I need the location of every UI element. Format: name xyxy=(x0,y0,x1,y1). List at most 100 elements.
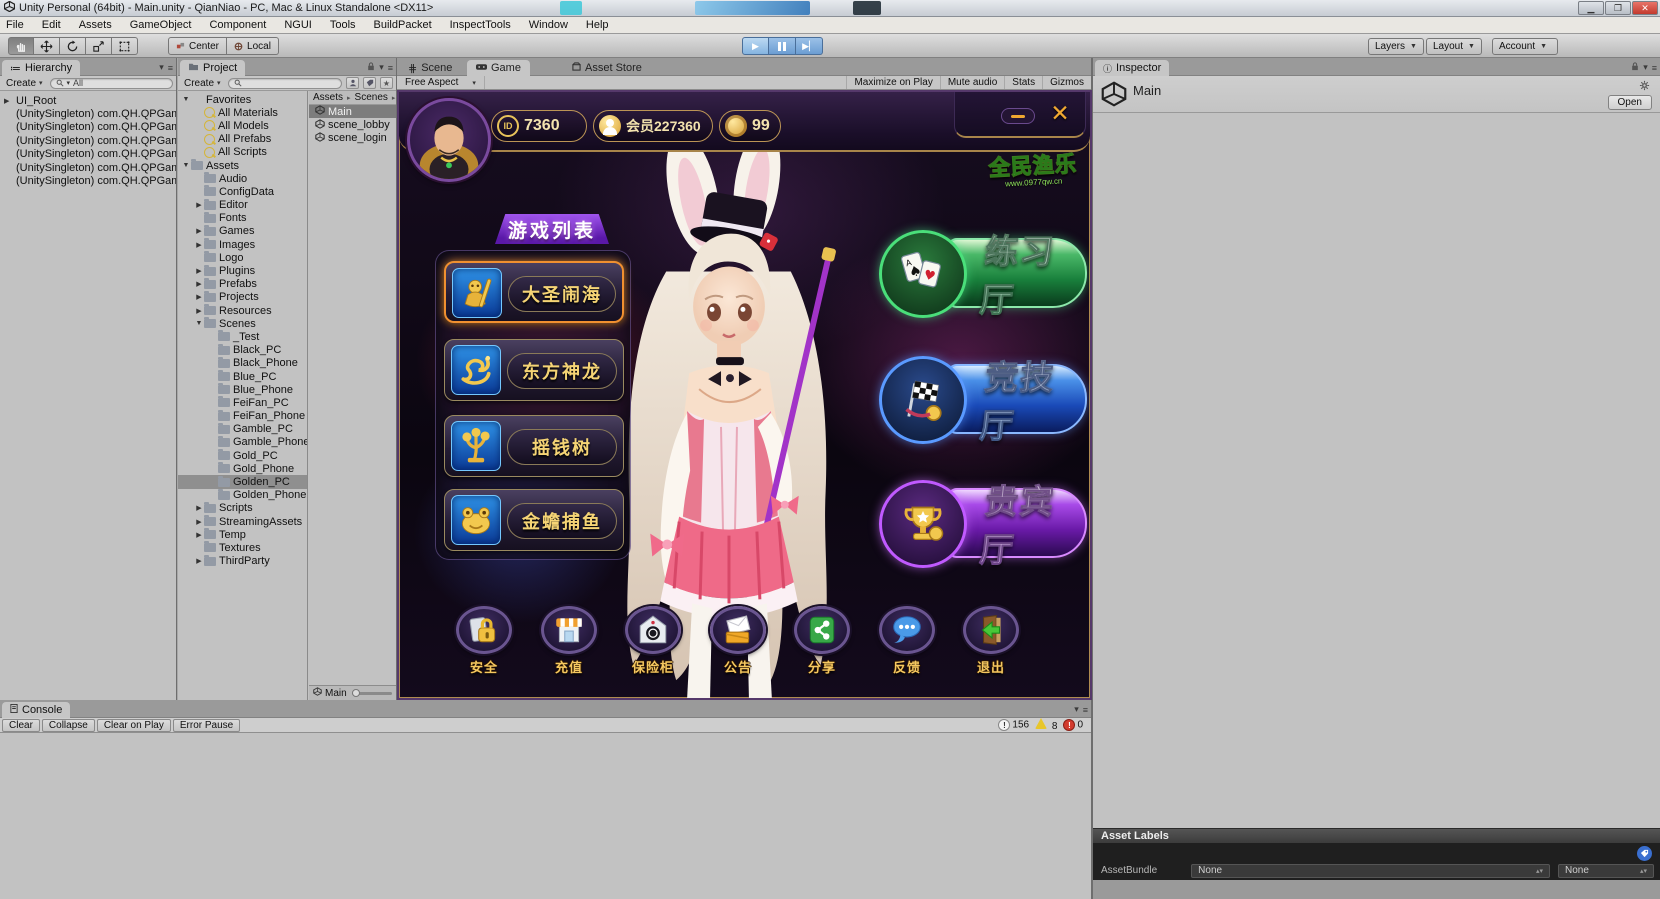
expand-arrow-icon[interactable]: ▶ xyxy=(194,227,204,235)
tab-console[interactable]: Console xyxy=(2,702,70,718)
project-tree-row[interactable]: ▶ Prefabs xyxy=(178,278,307,291)
hand-tool-button[interactable] xyxy=(8,37,34,55)
dock-item-safe[interactable]: 保险柜 xyxy=(611,606,695,676)
menu-item[interactable]: NGUI xyxy=(284,19,312,31)
tab-game[interactable]: Game xyxy=(467,60,530,76)
panel-dropdown-icon[interactable]: ▾ xyxy=(159,62,164,73)
game-minimize-button[interactable] xyxy=(1001,108,1035,124)
project-tree-row[interactable]: Blue_PC xyxy=(178,370,307,383)
search-by-label-button[interactable] xyxy=(363,77,376,89)
panel-menu-icon[interactable]: ≡ xyxy=(168,63,173,73)
arena-hall-button[interactable]: 竞技厅 xyxy=(947,364,1087,434)
pause-button[interactable] xyxy=(769,37,796,55)
hierarchy-search-input[interactable]: ▾ All xyxy=(50,78,173,89)
panel-menu-icon[interactable]: ≡ xyxy=(1652,63,1657,73)
window-close-button[interactable]: ✕ xyxy=(1632,1,1658,15)
tab-project[interactable]: Project xyxy=(180,60,245,76)
project-tree-row[interactable]: ▶ Editor xyxy=(178,199,307,212)
project-tree-row[interactable]: All Materials xyxy=(178,106,307,119)
project-tree-row[interactable]: Textures xyxy=(178,541,307,554)
panel-menu-icon[interactable]: ≡ xyxy=(1083,705,1088,715)
expand-arrow-icon[interactable]: ▶ xyxy=(194,531,204,539)
hierarchy-row[interactable]: (UnitySingleton) com.QH.QPGam xyxy=(0,121,176,134)
game-button-dongfangshenlong[interactable]: 东方神龙 xyxy=(444,339,624,401)
play-button[interactable]: ▶ xyxy=(742,37,769,55)
asset-file-row[interactable]: scene_login xyxy=(309,132,396,145)
panel-menu-icon[interactable]: ≡ xyxy=(388,63,393,73)
project-tree-row[interactable]: Golden_PC xyxy=(178,475,307,488)
expand-arrow-icon[interactable]: ▶ xyxy=(194,267,204,275)
rect-tool-button[interactable] xyxy=(112,37,138,55)
asset-file-row[interactable]: Main xyxy=(309,105,396,118)
project-tree-row[interactable]: Black_Phone xyxy=(178,357,307,370)
window-minimize-button[interactable]: ▁ xyxy=(1578,1,1604,15)
project-tree-row[interactable]: Gamble_PC xyxy=(178,423,307,436)
scale-tool-button[interactable] xyxy=(86,37,112,55)
tab-scene[interactable]: ⋕ Scene xyxy=(399,60,461,76)
game-button-jinchanbuyu[interactable]: 金蟾捕鱼 xyxy=(444,489,624,551)
project-tree-row[interactable]: ConfigData xyxy=(178,185,307,198)
tab-hierarchy[interactable]: ≔ Hierarchy xyxy=(2,60,80,76)
hierarchy-row[interactable]: (UnitySingleton) com.QH.QPGam xyxy=(0,161,176,174)
asset-file-row[interactable]: scene_lobby xyxy=(309,118,396,131)
search-by-type-button[interactable] xyxy=(346,77,359,89)
project-tree-row[interactable]: ▶ Plugins xyxy=(178,264,307,277)
menu-item[interactable]: Window xyxy=(529,19,568,31)
expand-arrow-icon[interactable]: ▶ xyxy=(194,557,204,565)
project-tree-row[interactable]: Gamble_Phone xyxy=(178,436,307,449)
expand-arrow-icon[interactable]: ▶ xyxy=(194,280,204,288)
account-dropdown[interactable]: Account▼ xyxy=(1492,38,1558,55)
project-tree-row[interactable]: Gold_Phone xyxy=(178,462,307,475)
project-tree-row[interactable]: Golden_Phone xyxy=(178,489,307,502)
project-tree-row[interactable]: All Prefabs xyxy=(178,133,307,146)
project-tree-row[interactable]: ▶ Temp xyxy=(178,528,307,541)
menu-item[interactable]: Tools xyxy=(330,19,356,31)
dock-item-feedback[interactable]: 反馈 xyxy=(865,606,949,676)
panel-dropdown-icon[interactable]: ▾ xyxy=(379,62,384,73)
project-tree-row[interactable]: ▶ StreamingAssets xyxy=(178,515,307,528)
expand-arrow-icon[interactable]: ▶ xyxy=(194,307,204,315)
assetbundle-variant-dropdown[interactable]: None▴▾ xyxy=(1558,864,1654,878)
project-tree-row[interactable]: ▶ Projects xyxy=(178,291,307,304)
console-button[interactable]: Error Pause xyxy=(173,719,240,732)
expand-arrow-icon[interactable]: ▶ xyxy=(194,504,204,512)
hierarchy-row[interactable]: (UnitySingleton) com.QH.QPGam xyxy=(0,148,176,161)
expand-arrow-icon[interactable]: ▶ xyxy=(194,241,204,249)
project-create-button[interactable]: Create▾ xyxy=(181,78,224,89)
hierarchy-create-button[interactable]: Create▾ xyxy=(3,78,46,89)
warning-counter[interactable]: 8 xyxy=(1035,718,1057,732)
project-tree-row[interactable]: Fonts xyxy=(178,212,307,225)
aspect-ratio-dropdown[interactable]: Free Aspect ▾ xyxy=(397,76,485,89)
console-button[interactable]: Clear xyxy=(2,719,40,732)
project-tree-row[interactable]: Blue_Phone xyxy=(178,383,307,396)
game-view-toggle-button[interactable]: Stats xyxy=(1004,76,1042,89)
console-button[interactable]: Collapse xyxy=(42,719,95,732)
label-tag-icon[interactable] xyxy=(1637,846,1652,861)
lock-icon[interactable] xyxy=(1631,62,1639,73)
pivot-center-button[interactable]: Center xyxy=(168,37,227,55)
project-tree-row[interactable]: ▼ Scenes xyxy=(178,317,307,330)
project-tree-row[interactable]: ▼ Favorites xyxy=(178,93,307,106)
hierarchy-row[interactable]: (UnitySingleton) com.QH.QPGam xyxy=(0,134,176,147)
vip-hall-button[interactable]: 贵宾厅 xyxy=(947,488,1087,558)
asset-labels-header[interactable]: Asset Labels xyxy=(1093,828,1660,843)
dock-item-security[interactable]: 安全 xyxy=(442,606,526,676)
project-tree-row[interactable]: All Models xyxy=(178,119,307,132)
tab-asset-store[interactable]: Asset Store xyxy=(563,60,651,76)
menu-item[interactable]: File xyxy=(6,19,24,31)
thumbnail-size-slider[interactable] xyxy=(352,692,392,695)
hierarchy-row[interactable]: (UnitySingleton) com.QH.QPGam xyxy=(0,107,176,120)
open-button[interactable]: Open xyxy=(1608,95,1652,110)
game-view-toggle-button[interactable]: Gizmos xyxy=(1042,76,1091,89)
layout-dropdown[interactable]: Layout▼ xyxy=(1426,38,1482,55)
dock-item-share[interactable]: 分享 xyxy=(780,606,864,676)
project-tree-row[interactable]: All Scripts xyxy=(178,146,307,159)
cards-icon[interactable]: A♠ ♥ xyxy=(879,230,967,318)
project-tree-row[interactable]: ▶ Scripts xyxy=(178,502,307,515)
menu-item[interactable]: InspectTools xyxy=(450,19,511,31)
expand-arrow-icon[interactable]: ▼ xyxy=(181,96,191,103)
menu-item[interactable]: Help xyxy=(586,19,609,31)
trophy-icon[interactable] xyxy=(879,480,967,568)
breadcrumb-item[interactable]: Assets xyxy=(313,92,355,103)
expand-arrow-icon[interactable]: ▶ xyxy=(4,97,16,105)
